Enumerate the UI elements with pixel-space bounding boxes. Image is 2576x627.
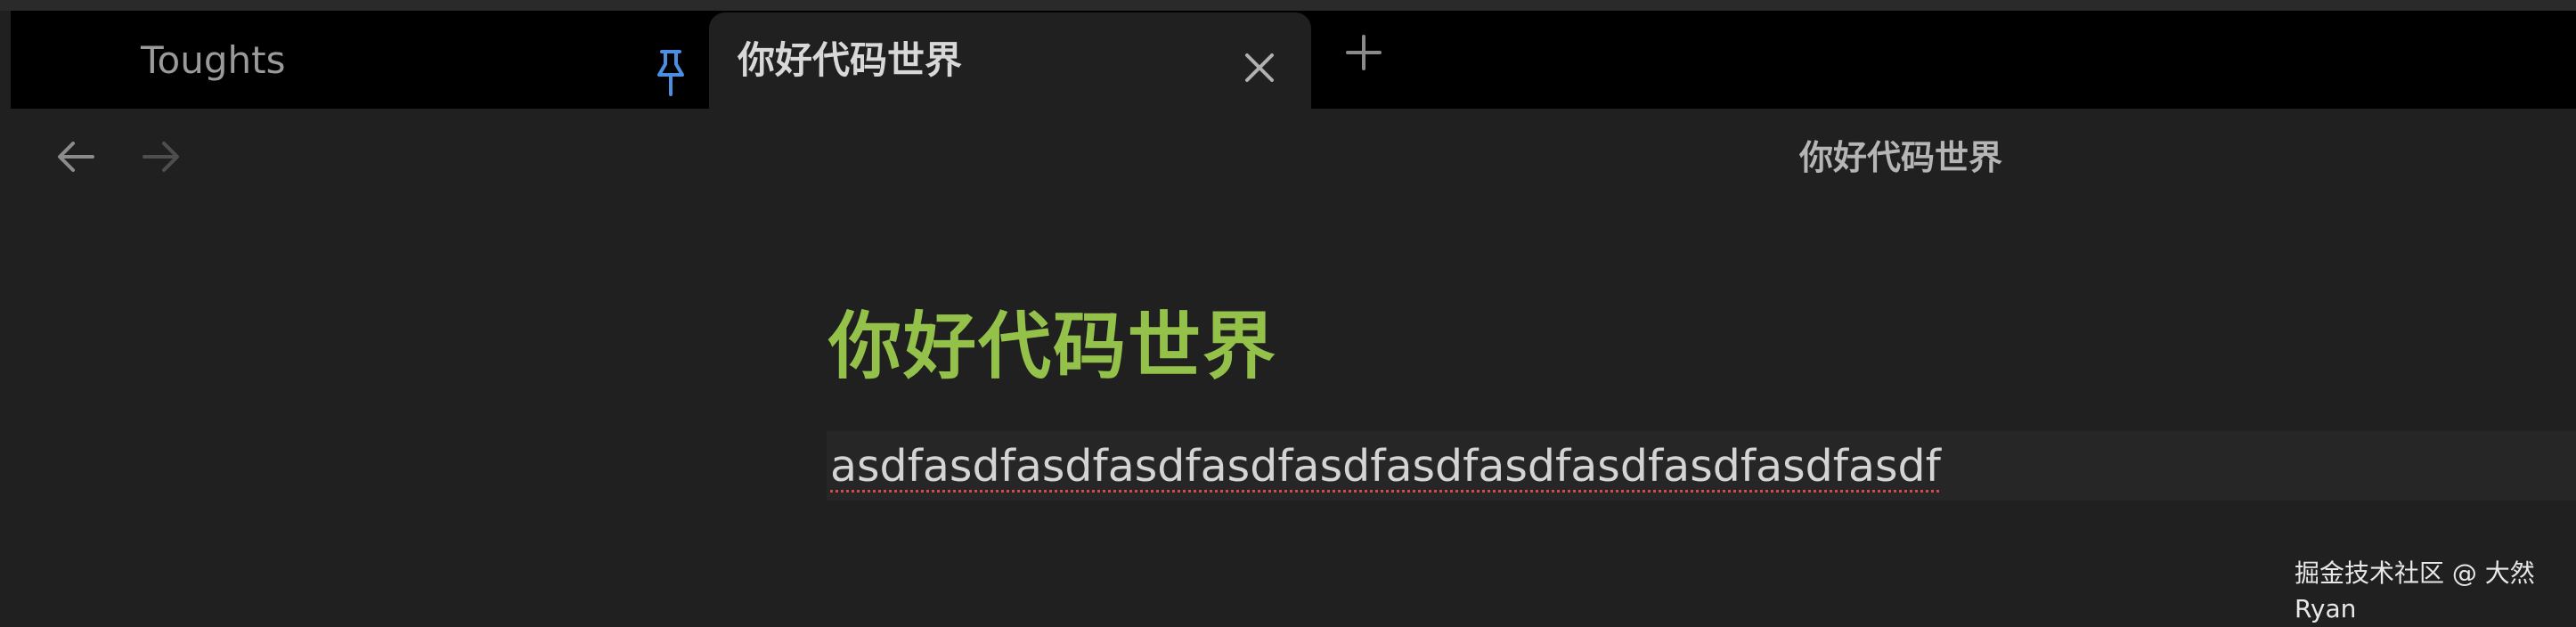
new-tab-plus-icon[interactable] [1345, 34, 1382, 71]
view-title: 你好代码世界 [1799, 138, 2003, 177]
watermark: 掘金技术社区 @ 大然Ryan [2295, 558, 2535, 623]
tab-hello-code-world[interactable]: 你好代码世界 [709, 12, 1311, 109]
close-icon[interactable] [1242, 50, 1277, 86]
arrow-left-icon[interactable] [55, 139, 96, 175]
arrow-right-icon[interactable] [141, 139, 182, 175]
tab-label: Toughts [141, 38, 286, 82]
document-body-line[interactable]: asdfasdfasdfasdfasdfasdfasdfasdfasdfasdf… [830, 440, 1941, 493]
tab-toughts[interactable]: Toughts [11, 12, 702, 109]
document-heading[interactable]: 你好代码世界 [828, 303, 1277, 392]
tab-label: 你好代码世界 [738, 38, 963, 82]
pin-icon[interactable] [650, 48, 691, 98]
window-top-edge [0, 0, 2576, 11]
